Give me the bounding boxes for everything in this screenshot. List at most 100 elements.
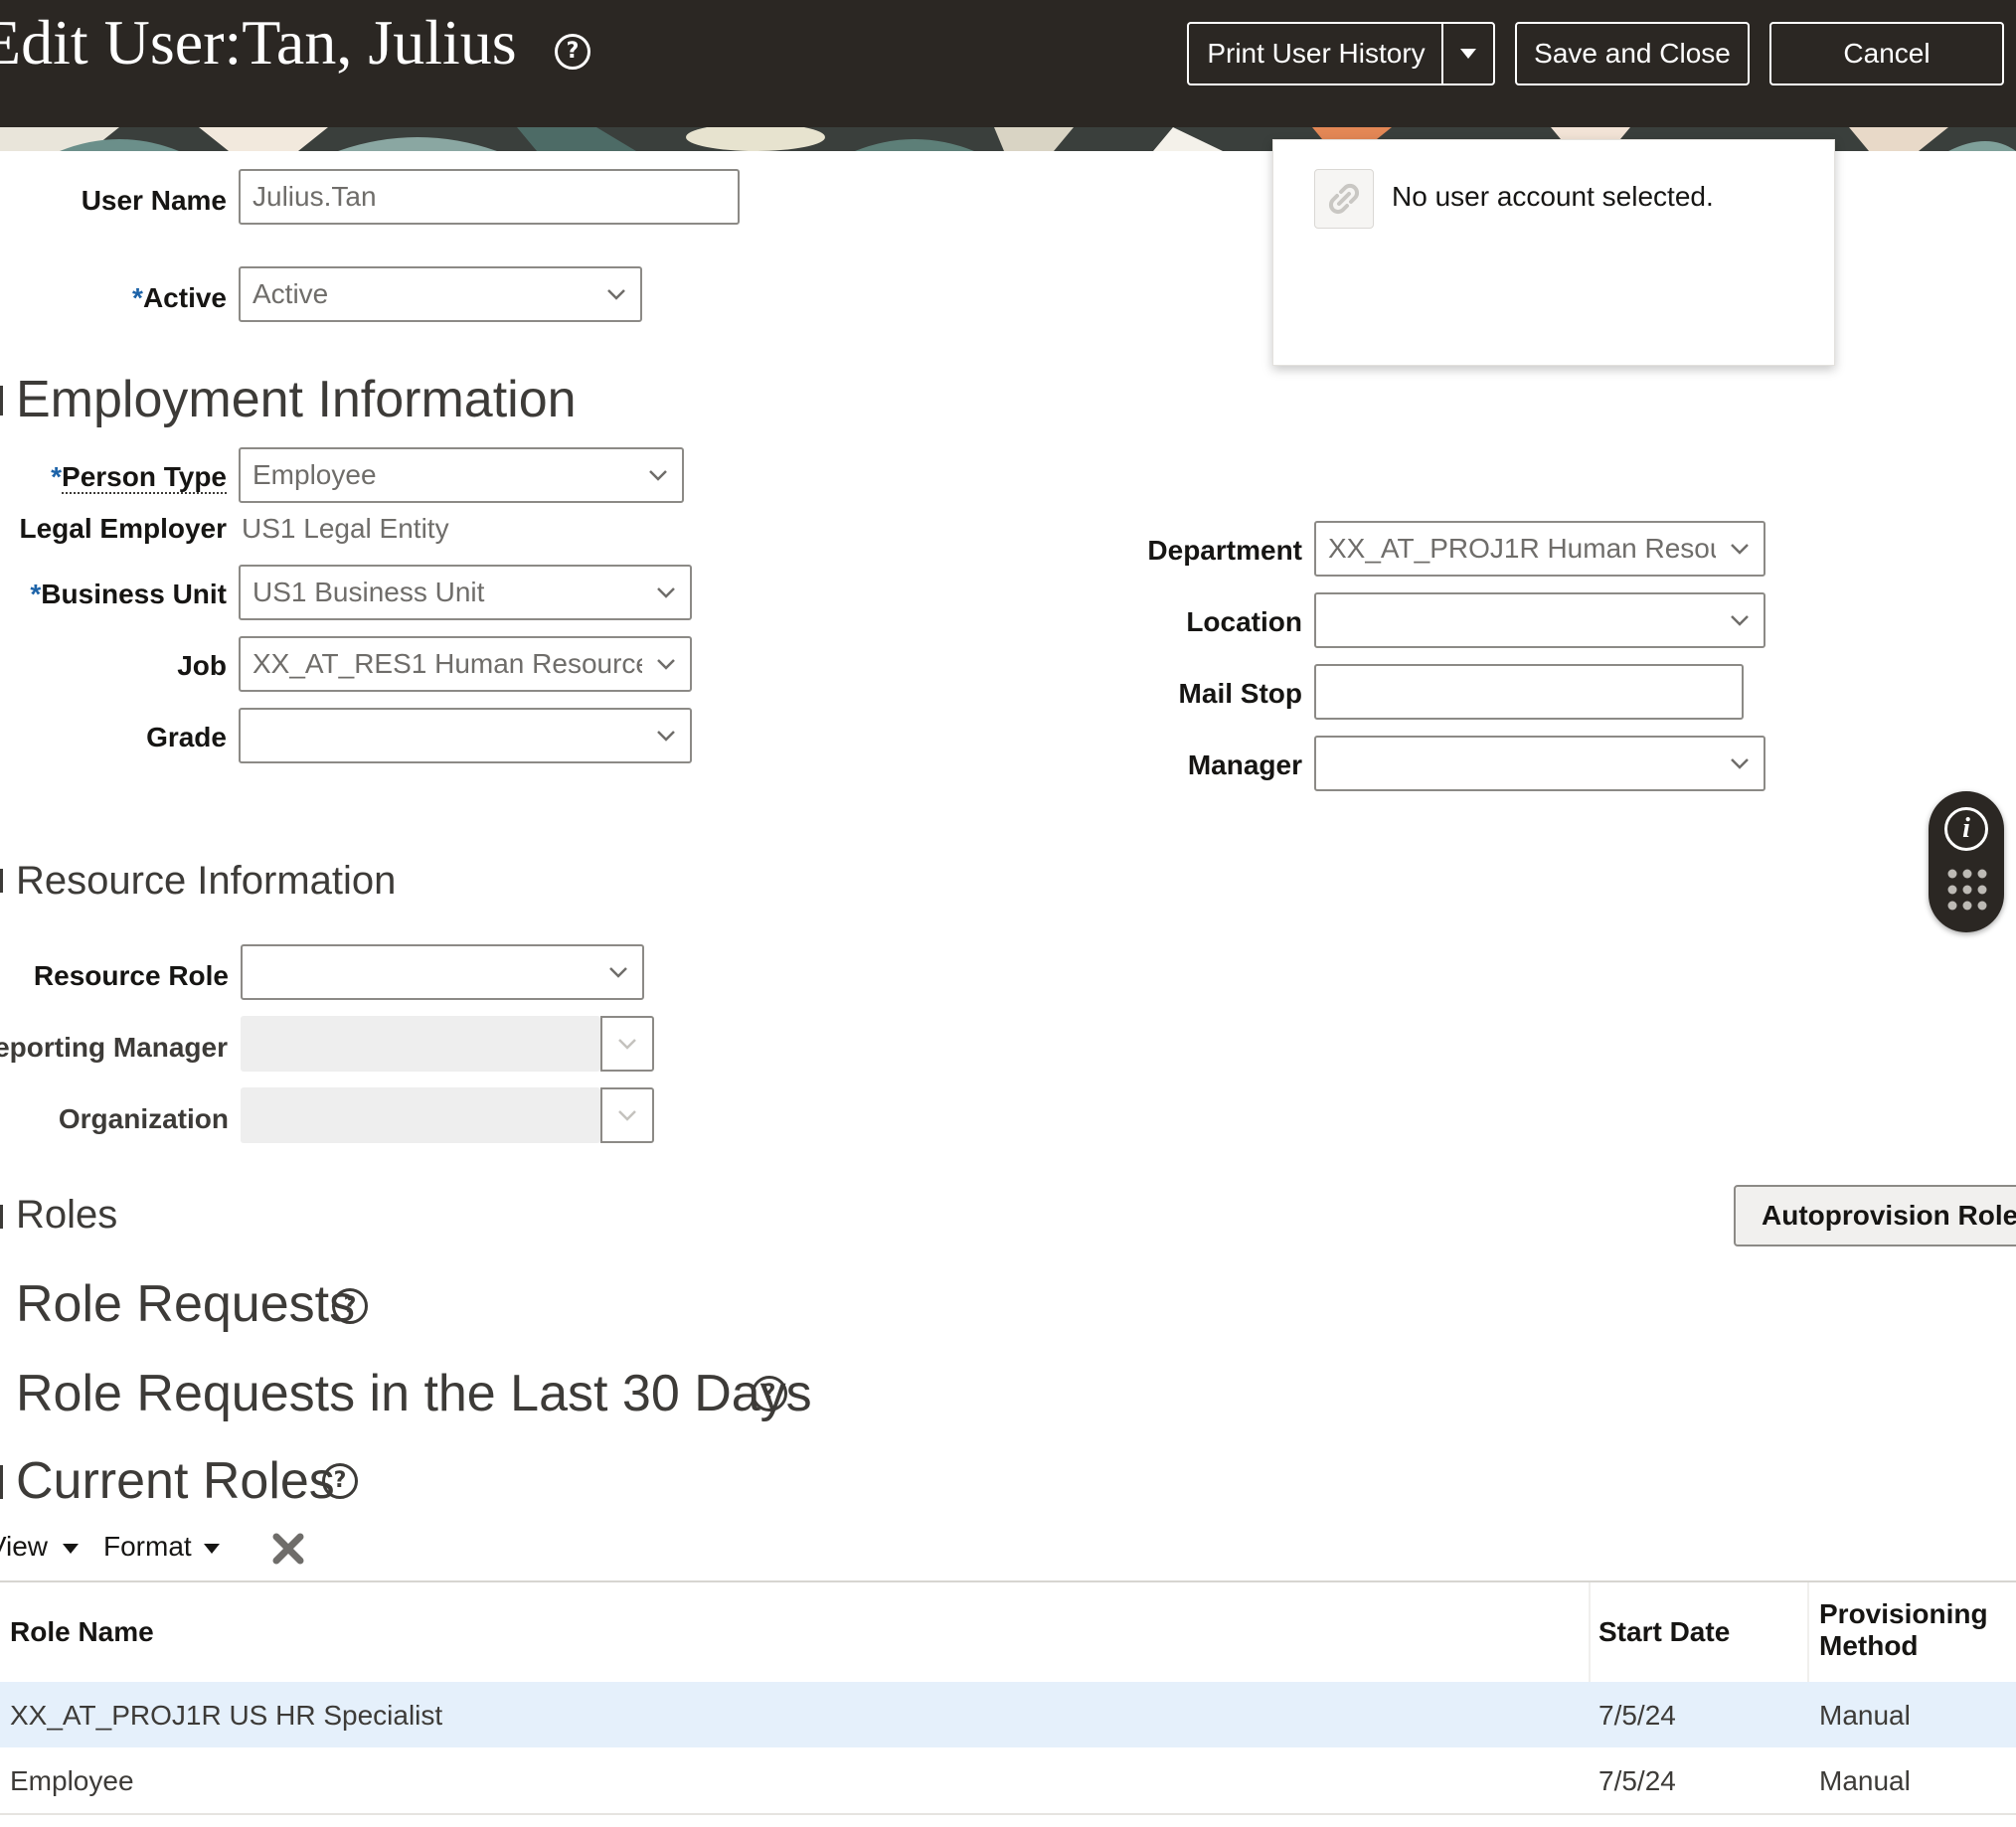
- column-header-start-date[interactable]: Start Date: [1598, 1616, 1730, 1648]
- user-name-label: User Name: [81, 185, 227, 216]
- business-unit-label-text: Business Unit: [41, 579, 227, 609]
- department-select[interactable]: XX_AT_PROJ1R Human Resources: [1314, 521, 1765, 577]
- column-header-provisioning-method[interactable]: Provisioning Method: [1819, 1598, 2008, 1662]
- organization-dropdown-button: [600, 1087, 654, 1143]
- caret-down-icon: [204, 1544, 220, 1554]
- reporting-manager-field: [241, 1016, 600, 1072]
- chevron-down-icon: [634, 449, 682, 501]
- chevron-down-icon: [592, 268, 640, 320]
- employment-section-marker: [0, 386, 3, 415]
- department-label: Department: [1147, 535, 1302, 566]
- table-row[interactable]: XX_AT_PROJ1R US HR Specialist 7/5/24 Man…: [0, 1682, 2016, 1747]
- side-help-widget: i: [1929, 791, 2004, 932]
- grid-dots-icon[interactable]: [1946, 867, 1988, 913]
- employment-heading: Employment Information: [16, 371, 577, 428]
- cancel-button[interactable]: Cancel: [1769, 22, 2004, 85]
- caret-down-icon: [63, 1544, 79, 1554]
- format-menu[interactable]: Format: [103, 1531, 192, 1563]
- user-name-field[interactable]: Julius.Tan: [239, 169, 740, 225]
- print-user-history-dropdown-button[interactable]: [1441, 22, 1495, 85]
- provisioning-method-cell: Manual: [1819, 1700, 1911, 1731]
- print-user-history-button[interactable]: Print User History: [1187, 22, 1443, 85]
- resource-role-label: Resource Role: [33, 960, 229, 991]
- mail-stop-label: Mail Stop: [1178, 678, 1302, 709]
- location-label: Location: [1186, 606, 1302, 637]
- role-requests-30-help-icon[interactable]: ?: [752, 1376, 787, 1412]
- person-type-select[interactable]: Employee: [239, 447, 684, 503]
- active-label: *Active: [132, 282, 227, 313]
- chevron-down-icon: [618, 1039, 636, 1050]
- legal-employer-value: US1 Legal Entity: [242, 513, 449, 544]
- save-and-close-label: Save and Close: [1534, 38, 1731, 69]
- job-label: Job: [177, 650, 227, 681]
- reporting-manager-dropdown-button: [600, 1016, 654, 1072]
- location-select[interactable]: [1314, 592, 1765, 648]
- role-name-cell: Employee: [10, 1765, 134, 1796]
- grade-select[interactable]: [239, 708, 692, 763]
- person-type-value: Employee: [252, 459, 377, 490]
- current-roles-help-icon[interactable]: ?: [322, 1463, 358, 1499]
- info-icon[interactable]: i: [1944, 807, 1988, 851]
- active-label-text: Active: [142, 282, 227, 313]
- link-icon: [1314, 169, 1374, 229]
- no-account-message: No user account selected.: [1392, 181, 1714, 212]
- start-date-cell: 7/5/24: [1598, 1700, 1676, 1731]
- manager-select[interactable]: [1314, 736, 1765, 791]
- job-value: XX_AT_RES1 Human Resources: [252, 648, 642, 679]
- chevron-down-icon: [642, 710, 690, 761]
- save-and-close-button[interactable]: Save and Close: [1515, 22, 1750, 85]
- table-row[interactable]: Employee 7/5/24 Manual: [0, 1747, 2016, 1815]
- chevron-down-icon: [594, 946, 642, 998]
- legal-employer-label: Legal Employer: [19, 513, 227, 544]
- job-select[interactable]: XX_AT_RES1 Human Resources: [239, 636, 692, 692]
- chevron-down-icon: [618, 1110, 636, 1121]
- autoprovision-roles-button[interactable]: Autoprovision Roles: [1734, 1185, 2016, 1246]
- title-help-icon[interactable]: ?: [555, 34, 590, 70]
- role-name-cell: XX_AT_PROJ1R US HR Specialist: [10, 1700, 443, 1731]
- chevron-down-icon: [642, 567, 690, 618]
- print-user-history-label: Print User History: [1207, 38, 1426, 69]
- role-requests-30-heading[interactable]: Role Requests in the Last 30 Days: [16, 1364, 812, 1423]
- view-menu[interactable]: View: [0, 1531, 48, 1562]
- chevron-down-icon: [1716, 738, 1764, 789]
- mail-stop-field[interactable]: [1314, 664, 1744, 720]
- user-name-value: Julius.Tan: [252, 181, 377, 212]
- manager-label: Manager: [1187, 749, 1302, 780]
- organization-field: [241, 1087, 600, 1143]
- organization-label: Organization: [58, 1103, 229, 1134]
- reporting-manager-label: Reporting Manager: [0, 1032, 228, 1063]
- current-roles-section-marker: [0, 1465, 3, 1499]
- business-unit-select[interactable]: US1 Business Unit: [239, 565, 692, 620]
- caret-down-icon: [1460, 49, 1476, 59]
- business-unit-value: US1 Business Unit: [252, 577, 485, 607]
- department-value: XX_AT_PROJ1R Human Resources: [1328, 533, 1716, 564]
- business-unit-label: *Business Unit: [30, 579, 227, 609]
- grade-label: Grade: [146, 722, 227, 752]
- start-date-cell: 7/5/24: [1598, 1765, 1676, 1796]
- current-roles-heading: Current Roles: [16, 1452, 335, 1510]
- resource-section-marker: [0, 869, 3, 893]
- column-divider: [1807, 1582, 1809, 1682]
- role-requests-heading[interactable]: Role Requests: [16, 1274, 355, 1334]
- cancel-label: Cancel: [1843, 38, 1931, 69]
- reporting-manager-label-clip: Reporting Manager: [0, 1032, 228, 1064]
- page-title: Edit User:Tan, Julius: [0, 7, 517, 78]
- column-header-role-name[interactable]: Role Name: [10, 1616, 154, 1648]
- chevron-down-icon: [642, 638, 690, 690]
- chevron-down-icon: [1716, 523, 1764, 575]
- column-divider: [1589, 1582, 1591, 1682]
- resource-heading: Resource Information: [16, 859, 397, 903]
- roles-section-marker: [0, 1205, 3, 1229]
- chevron-down-icon: [1716, 594, 1764, 646]
- roles-heading: Roles: [16, 1193, 118, 1237]
- role-requests-help-icon[interactable]: ?: [332, 1288, 368, 1324]
- provisioning-method-cell: Manual: [1819, 1765, 1911, 1796]
- active-select[interactable]: Active: [239, 266, 642, 322]
- resource-role-select[interactable]: [241, 944, 644, 1000]
- view-menu-clip: View: [0, 1531, 48, 1563]
- active-value: Active: [252, 278, 329, 309]
- person-type-label: *Person Type: [51, 461, 227, 494]
- detach-close-icon[interactable]: [272, 1533, 304, 1565]
- table-top-border: [0, 1580, 2016, 1582]
- person-type-label-text[interactable]: Person Type: [62, 461, 227, 494]
